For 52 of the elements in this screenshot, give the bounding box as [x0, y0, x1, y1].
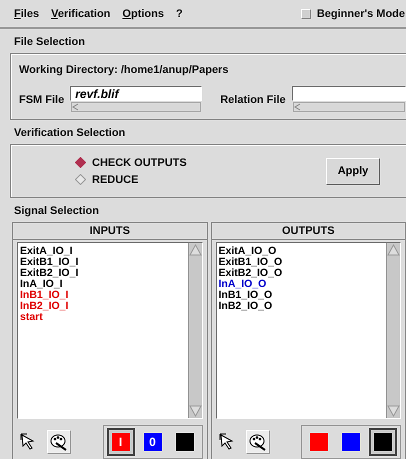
signal-item[interactable]: InB2_IO_O: [218, 301, 384, 312]
horizontal-scrollbar[interactable]: [292, 102, 405, 112]
signal-item[interactable]: InB1_IO_I: [20, 290, 186, 302]
signal-item[interactable]: ExitB1_IO_O: [218, 257, 384, 268]
tool-button[interactable]: [246, 430, 270, 454]
signal-list[interactable]: ExitA_IO_O ExitB1_IO_O ExitB2_IO_O InA_IO_O InB1_IO_O InB2_IO_O: [216, 243, 386, 418]
scroll-up-arrow-icon[interactable]: [188, 243, 202, 258]
checkbox[interactable]: [300, 8, 311, 18]
signal-list[interactable]: ExitA_IO_I ExitB1_IO_I ExitB2_IO_I InA_IO_I InB1_IO_I InB2_IO_I start: [18, 243, 188, 418]
color-chip: I: [112, 433, 130, 451]
field-label: Relation File: [220, 94, 286, 106]
arrow-cursor-icon[interactable]: [218, 433, 236, 451]
section-title: File Selection: [13, 35, 86, 50]
signal-item[interactable]: start: [20, 312, 186, 324]
color-swatch-button[interactable]: I: [106, 428, 134, 456]
color-swatch-button[interactable]: [369, 428, 397, 456]
signal-item[interactable]: ExitA_IO_O: [218, 246, 384, 258]
working-directory-label: Working Directory: /home1/anup/Papers: [19, 64, 230, 76]
palette-icon: [248, 433, 266, 451]
scroll-down-arrow-icon[interactable]: [188, 404, 202, 418]
fsm-file-field[interactable]: revf.blif: [70, 86, 202, 101]
panel-header: OUTPUTS: [212, 223, 405, 240]
signal-item[interactable]: ExitB1_IO_I: [20, 257, 186, 268]
tool-button[interactable]: [47, 430, 71, 454]
vertical-scrollbar[interactable]: [386, 243, 400, 418]
vertical-scrollbar[interactable]: [188, 243, 202, 418]
signal-item[interactable]: ExitA_IO_I: [20, 246, 186, 258]
signal-item[interactable]: ExitB2_IO_I: [20, 268, 186, 280]
panel-header: INPUTS: [13, 223, 206, 240]
menu-item[interactable]: Verification: [51, 8, 110, 20]
menu-item[interactable]: Files: [14, 8, 40, 20]
scroll-down-arrow-icon[interactable]: [387, 404, 400, 418]
menu-item[interactable]: Options: [122, 8, 164, 20]
color-chip: 0: [144, 433, 162, 451]
signal-item[interactable]: InB2_IO_I: [20, 301, 186, 312]
menu-item[interactable]: ?: [176, 8, 183, 20]
signal-item[interactable]: ExitB2_IO_O: [218, 268, 384, 280]
radio-option[interactable]: CHECK OUTPUTS: [75, 156, 187, 168]
palette-icon: [50, 433, 68, 451]
color-swatch-button[interactable]: 0: [138, 428, 166, 456]
apply-button[interactable]: Apply: [326, 158, 380, 184]
checkbox-label: Beginner's Mode: [316, 8, 405, 20]
signal-item[interactable]: InA_IO_I: [20, 279, 186, 290]
relation-file-field[interactable]: [292, 86, 406, 101]
section-title: Verification Selection: [13, 126, 126, 141]
section-title: Signal Selection: [13, 204, 100, 219]
signal-item[interactable]: InA_IO_O: [218, 279, 384, 290]
horizontal-scrollbar[interactable]: [71, 102, 202, 112]
field-label: FSM File: [19, 94, 64, 106]
radio-option[interactable]: REDUCE: [75, 174, 187, 186]
scroll-up-arrow-icon[interactable]: [387, 243, 400, 258]
signal-item[interactable]: InB1_IO_O: [218, 290, 384, 302]
